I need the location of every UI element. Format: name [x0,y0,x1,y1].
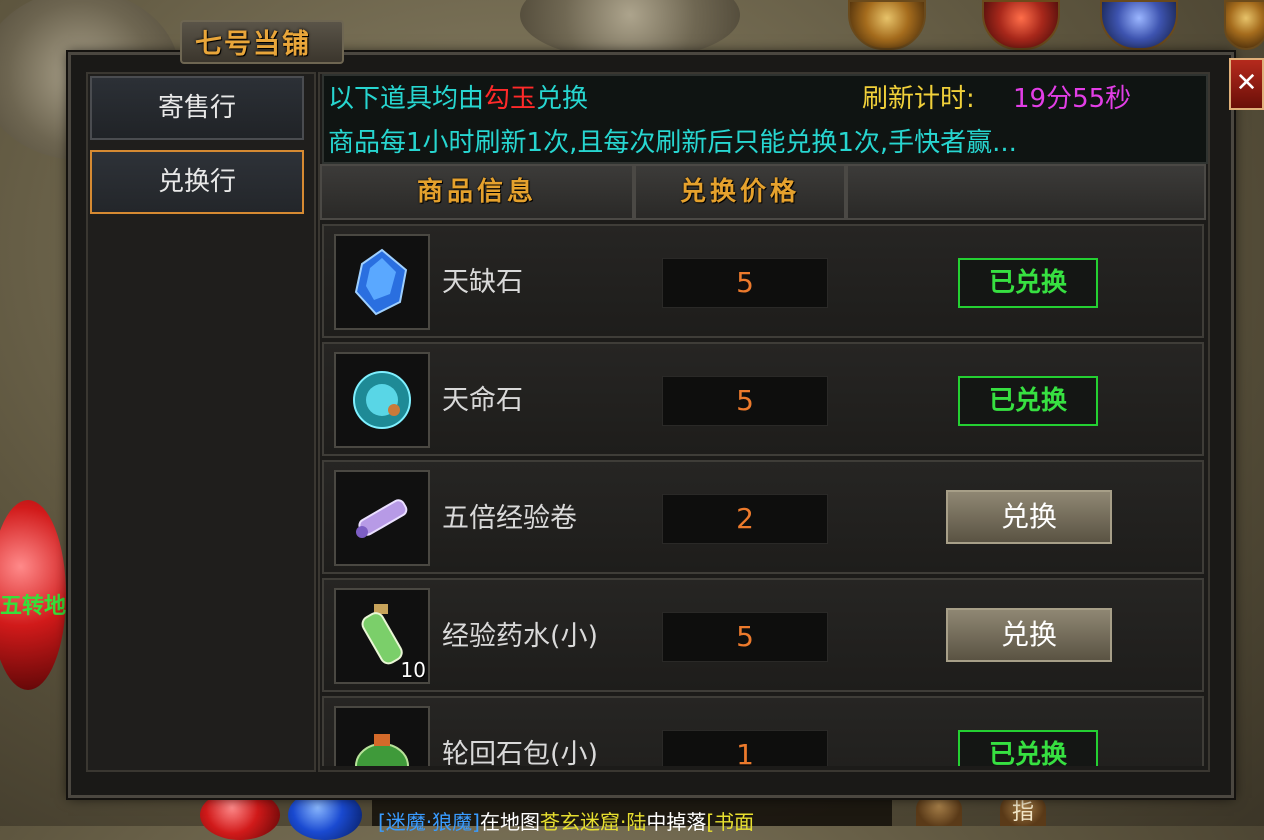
top-menu-icon-4[interactable] [1224,0,1264,50]
table-row: 五倍经验卷 2 兑换 [322,460,1204,574]
tab-exchange[interactable]: 兑换行 [90,150,304,214]
header-item-info: 商品信息 [320,164,634,220]
bag-icon [355,734,409,766]
close-button[interactable]: ✕ [1229,58,1264,110]
table-row: 天缺石 5 已兑换 [322,224,1204,338]
chat-monster: [迷魔·狼魔] [378,810,480,834]
item-icon-slot[interactable] [334,470,430,566]
item-list[interactable]: 天缺石 5 已兑换 天命石 5 已兑换 五倍经验卷 2 兑换 10 经验药水(小… [322,222,1204,766]
left-label: 五转地 [0,594,67,619]
item-icon-slot[interactable]: 10 [334,588,430,684]
scroll-icon [356,499,408,538]
dragon-ornament-center [520,0,740,60]
cyan-gem-icon [353,371,411,429]
currency-name: 勾玉 [484,84,537,114]
redeemed-badge: 已兑换 [958,258,1098,308]
item-price: 2 [662,494,828,544]
item-name: 经验药水(小) [442,621,599,652]
refresh-timer-value: 19分55秒 [1013,84,1132,114]
item-name: 五倍经验卷 [442,503,577,534]
chat-item: [书面 [706,810,755,834]
blue-gem-icon [354,248,408,316]
window-title: 七号当铺 [195,29,311,60]
table-row: 10 经验药水(小) 5 兑换 [322,578,1204,692]
info-line-2: 商品每1小时刷新1次,且每次刷新后只能兑换1次,手快者赢... [328,128,1017,158]
top-menu-icon-3[interactable] [1100,0,1178,50]
info-suffix: 兑换 [536,84,589,114]
chat-map: 苍玄迷窟·陆 [539,810,647,834]
item-name: 轮回石包(小) [442,739,599,766]
item-icon-slot[interactable] [334,352,430,448]
exchange-button[interactable]: 兑换 [946,490,1112,544]
chat-text-1: 在地图 [479,810,540,834]
redeemed-badge: 已兑换 [958,376,1098,426]
item-price: 5 [662,612,828,662]
table-row: 天命石 5 已兑换 [322,342,1204,456]
exchange-button[interactable]: 兑换 [946,608,1112,662]
top-menu-icon-1[interactable] [848,0,926,50]
tab-consignment[interactable]: 寄售行 [90,76,304,140]
item-icon-slot[interactable] [334,706,430,766]
info-line-1: 以下道具均由勾玉兑换 [328,78,588,115]
header-price: 兑换价格 [634,164,846,220]
refresh-timer-label: 刷新计时: [862,84,975,114]
table-row: 轮回石包(小) 1 已兑换 [322,696,1204,766]
chat-message: [迷魔·狼魔]在地图苍玄迷窟·陆中掉落[书面 [378,806,754,835]
top-menu-icon-2[interactable] [982,0,1060,50]
header-action [846,164,1206,220]
item-price: 1 [662,730,828,766]
info-prefix: 以下道具均由 [328,84,485,114]
item-name: 天命石 [442,385,523,416]
item-icon-slot[interactable] [334,234,430,330]
game-scene: 五转地 [迷魔·狼魔]在地图苍玄迷窟·陆中掉落[书面 指 七号当铺 ✕ 寄售行 … [0,0,1264,840]
chat-text-2: 中掉落 [646,810,707,834]
item-quantity: 10 [400,658,426,682]
item-price: 5 [662,258,828,308]
redeemed-badge: 已兑换 [958,730,1098,766]
item-price: 5 [662,376,828,426]
item-name: 天缺石 [442,267,523,298]
